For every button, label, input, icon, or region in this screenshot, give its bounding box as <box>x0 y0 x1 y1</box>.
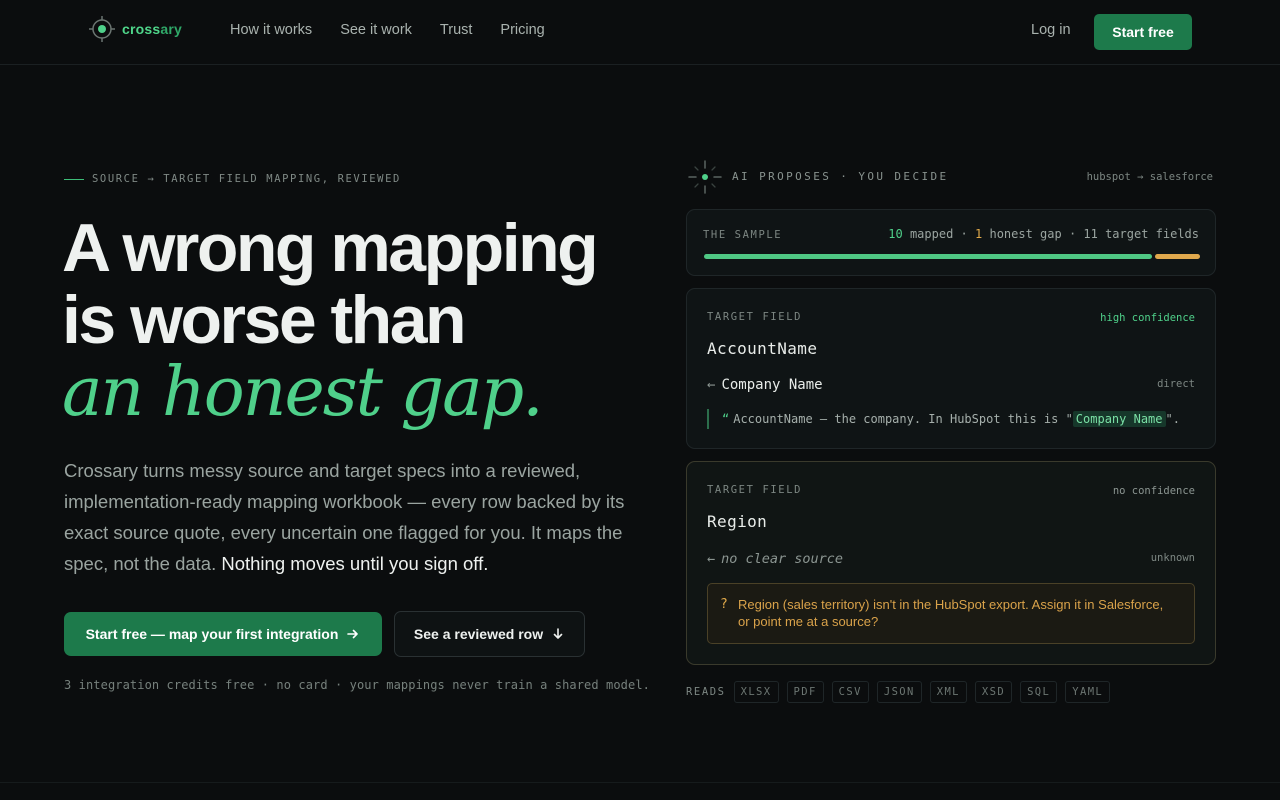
arrow-down-icon <box>553 628 563 639</box>
format-tag: CSV <box>831 681 869 703</box>
nav-link-pricing[interactable]: Pricing <box>500 22 544 38</box>
sample-stats: 10 mapped · 1 honest gap · 11 target fie… <box>888 227 1199 241</box>
gap-label: honest gap <box>989 227 1062 241</box>
gap-progress-bar <box>1155 254 1200 259</box>
target-fields-label: 11 target fields <box>1083 227 1199 241</box>
headline-line-2: is worse than <box>62 282 467 358</box>
mapping-kind: direct <box>1157 378 1195 390</box>
hero-fineprint: 3 integration credits free · no card · y… <box>64 678 650 692</box>
eyebrow-line <box>64 178 84 180</box>
top-nav: crossary How it works See it work Trust … <box>0 0 1280 65</box>
nav-links: How it works See it work Trust Pricing <box>230 22 573 38</box>
login-link[interactable]: Log in <box>1031 22 1071 38</box>
panel-route: hubspot → salesforce <box>1086 171 1213 183</box>
lead-strong: Nothing moves until you sign off. <box>221 553 489 574</box>
hero-headline: A wrong mapping is worse than an honest … <box>62 212 662 429</box>
panel-header: AI PROPOSES · YOU DECIDE hubspot → sales… <box>687 159 1213 195</box>
gap-count: 1 <box>975 227 983 241</box>
confidence-badge: high confidence <box>1100 312 1195 324</box>
gap-warning-text: Region (sales territory) isn't in the Hu… <box>738 597 1164 629</box>
format-tag: YAML <box>1065 681 1111 703</box>
source-quote: “AccountName — the company. In HubSpot t… <box>707 409 1180 429</box>
gap-warning: ? Region (sales territory) isn't in the … <box>707 583 1195 644</box>
format-tag: SQL <box>1020 681 1058 703</box>
target-field-name: AccountName <box>707 339 818 358</box>
target-field-label: TARGET FIELD <box>707 311 803 323</box>
format-tag: JSON <box>876 681 922 703</box>
sample-summary-card: THE SAMPLE 10 mapped · 1 honest gap · 11… <box>686 209 1216 276</box>
mapped-progress-bar <box>704 254 1152 259</box>
primary-cta-label: Start free — map your first integration <box>85 626 339 642</box>
nav-link-see-it-work[interactable]: See it work <box>340 22 412 38</box>
format-tag: XML <box>929 681 967 703</box>
start-free-map-button[interactable]: Start free — map your first integration <box>64 612 382 656</box>
mapped-label: mapped <box>909 227 954 241</box>
arrow-right-icon <box>347 629 359 639</box>
source-field: ← no clear source <box>707 551 844 567</box>
arrow-left-icon: ← <box>707 551 716 567</box>
format-tag: PDF <box>786 681 824 703</box>
question-icon: ? <box>720 597 728 612</box>
field-card-accountname: TARGET FIELD high confidence AccountName… <box>686 288 1216 449</box>
quote-prefix: AccountName — the company. In HubSpot th… <box>733 412 1073 426</box>
target-field-name: Region <box>707 512 768 531</box>
sample-title: THE SAMPLE <box>703 229 783 241</box>
hero-lead: Crossary turns messy source and target s… <box>64 455 634 579</box>
brand-name: crossary <box>122 21 182 37</box>
start-free-button[interactable]: Start free <box>1094 14 1192 50</box>
nav-link-how-it-works[interactable]: How it works <box>230 22 312 38</box>
quote-chip: Company Name <box>1072 411 1166 427</box>
brand-logo[interactable]: crossary <box>89 16 182 42</box>
hero-eyebrow: SOURCE → TARGET FIELD MAPPING, REVIEWED <box>64 173 401 185</box>
supported-formats: READS XLSX PDF CSV JSON XML XSD SQL YAML <box>686 681 1111 703</box>
headline-accent: an honest gap. <box>62 353 544 432</box>
quote-suffix: ". <box>1165 412 1180 426</box>
panel-label: AI PROPOSES · YOU DECIDE <box>732 170 949 183</box>
section-divider <box>0 782 1280 783</box>
confidence-badge: no confidence <box>1112 485 1195 497</box>
arrow-left-icon: ← <box>707 377 716 393</box>
target-reticle-icon <box>688 160 722 194</box>
mapping-kind: unknown <box>1150 552 1195 564</box>
nav-link-trust[interactable]: Trust <box>440 22 473 38</box>
eyebrow-text: SOURCE → TARGET FIELD MAPPING, REVIEWED <box>92 173 401 185</box>
quote-mark-icon: “ <box>722 412 730 426</box>
secondary-cta-label: See a reviewed row <box>413 626 544 642</box>
source-field: ← Company Name <box>707 377 823 393</box>
target-field-label: TARGET FIELD <box>707 484 803 496</box>
see-reviewed-row-button[interactable]: See a reviewed row <box>394 611 585 657</box>
headline-line-1: A wrong mapping <box>62 210 599 286</box>
mapped-count: 10 <box>888 227 903 241</box>
reads-label: READS <box>686 686 726 698</box>
crosshair-logo-icon <box>89 16 115 42</box>
field-card-region: TARGET FIELD no confidence Region ← no cl… <box>686 461 1216 665</box>
format-tag: XLSX <box>733 681 779 703</box>
format-tag: XSD <box>974 681 1013 703</box>
